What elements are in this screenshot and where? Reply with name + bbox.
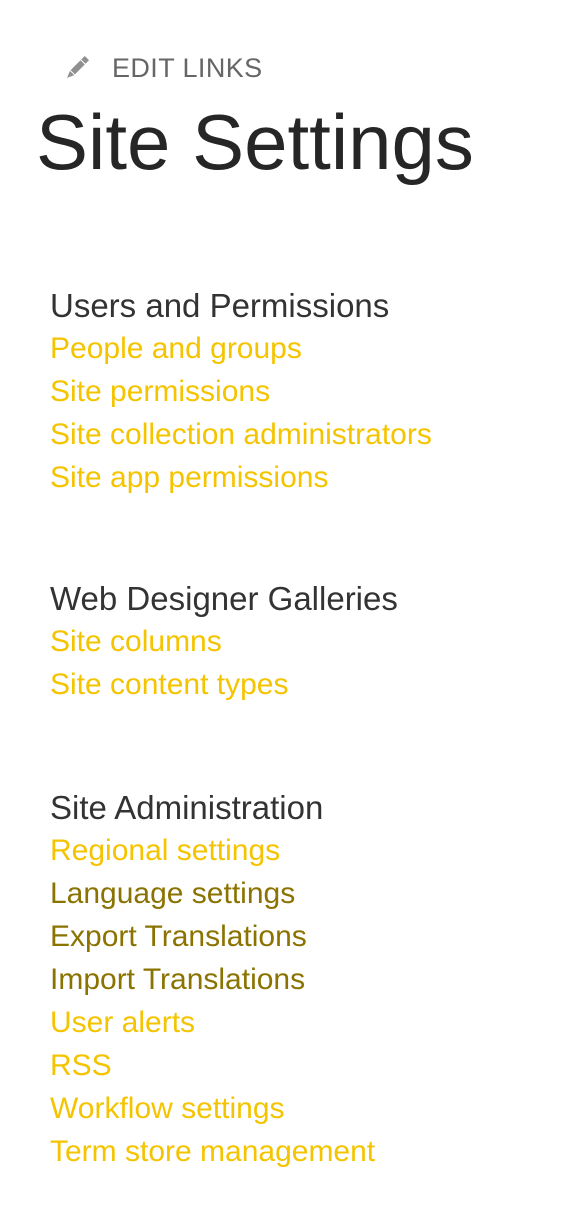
- pencil-icon: [62, 53, 96, 83]
- link-list: Regional settings Language settings Expo…: [50, 829, 550, 1173]
- list-item: Language settings: [50, 872, 550, 915]
- section-heading: Site Administration: [50, 789, 324, 826]
- link-import-translations[interactable]: Import Translations: [50, 963, 305, 996]
- edit-links-button[interactable]: EDIT LINKS: [62, 50, 263, 86]
- link-site-content-types[interactable]: Site content types: [50, 668, 288, 701]
- link-site-columns[interactable]: Site columns: [50, 625, 222, 658]
- link-user-alerts[interactable]: User alerts: [50, 1006, 195, 1039]
- list-item: Site content types: [50, 663, 550, 706]
- link-term-store-management[interactable]: Term store management: [50, 1135, 375, 1168]
- list-item: Regional settings: [50, 829, 550, 872]
- list-item: Site collection administrators: [50, 413, 550, 456]
- link-people-and-groups[interactable]: People and groups: [50, 332, 302, 365]
- list-item: User alerts: [50, 1001, 550, 1044]
- list-item: Site app permissions: [50, 456, 550, 499]
- list-item: Site permissions: [50, 370, 550, 413]
- link-workflow-settings[interactable]: Workflow settings: [50, 1092, 285, 1125]
- section-heading: Web Designer Galleries: [50, 580, 398, 617]
- link-site-permissions[interactable]: Site permissions: [50, 375, 270, 408]
- section-users-and-permissions: Users and Permissions People and groups …: [50, 284, 550, 499]
- list-item: Workflow settings: [50, 1087, 550, 1130]
- list-item: Site columns: [50, 620, 550, 663]
- link-export-translations[interactable]: Export Translations: [50, 920, 307, 953]
- list-item: RSS: [50, 1044, 550, 1087]
- link-site-app-permissions[interactable]: Site app permissions: [50, 461, 328, 494]
- edit-links-label: EDIT LINKS: [112, 52, 263, 83]
- section-site-administration: Site Administration Regional settings La…: [50, 786, 550, 1173]
- section-heading: Users and Permissions: [50, 287, 390, 324]
- section-web-designer-galleries: Web Designer Galleries Site columns Site…: [50, 577, 550, 706]
- list-item: Export Translations: [50, 915, 550, 958]
- link-language-settings[interactable]: Language settings: [50, 877, 295, 910]
- list-item: Import Translations: [50, 958, 550, 1001]
- page-title: Site Settings: [36, 98, 474, 186]
- link-site-collection-administrators[interactable]: Site collection administrators: [50, 418, 432, 451]
- list-item: Term store management: [50, 1130, 550, 1173]
- link-rss[interactable]: RSS: [50, 1049, 112, 1082]
- list-item: People and groups: [50, 327, 550, 370]
- link-regional-settings[interactable]: Regional settings: [50, 834, 280, 867]
- link-list: Site columns Site content types: [50, 620, 550, 706]
- link-list: People and groups Site permissions Site …: [50, 327, 550, 499]
